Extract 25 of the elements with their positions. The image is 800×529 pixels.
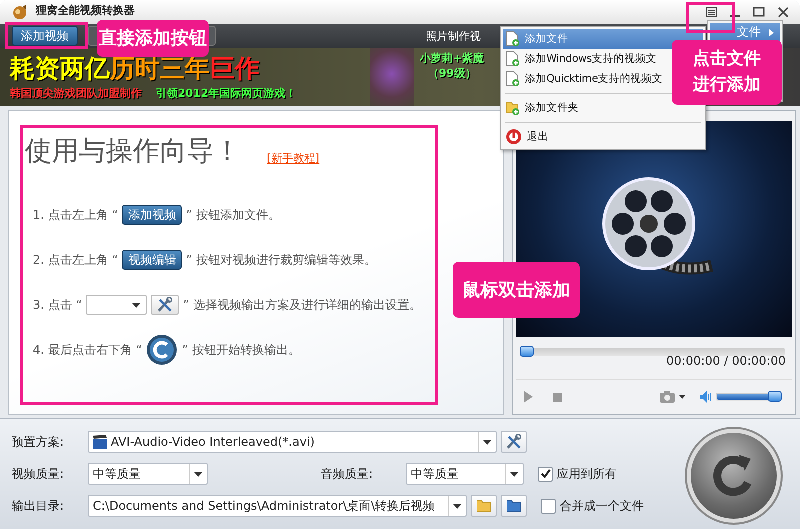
step-text: 3. 点击 “ (33, 296, 82, 314)
step-text: ” 按钮添加文件。 (186, 206, 280, 224)
checkbox-label: 应用到所有 (557, 466, 617, 482)
step-text: 2. 点击左上角 “ (33, 252, 118, 268)
callout-tooltip: 直接添加按钮 (97, 20, 209, 57)
callout-tooltip: 鼠标双击添加 (453, 262, 580, 318)
field-label: 音频质量: (321, 466, 374, 482)
field-label: 输出目录: (12, 498, 66, 514)
banner-headline: 巨作 (210, 54, 260, 84)
banner-caption: 小萝莉+紫魔 (420, 51, 484, 66)
step-text: ” 按钮开始转换输出。 (182, 342, 300, 358)
step-text: 4. 最后点击右下角 “ (33, 342, 142, 358)
field-label: 视频质量: (12, 466, 66, 482)
checkbox-label: 合并成一个文件 (560, 498, 644, 514)
step-text: ” 按钮对视频进行裁剪编辑等效果。 (186, 252, 376, 268)
banner-tagline: 引领2012年国际网页游戏！ (156, 86, 297, 100)
time-display: 00:00:00 / 00:00:00 (666, 354, 787, 370)
step-text: 1. 点击左上角 “ (33, 206, 118, 224)
window-title: 狸窝全能视频转换器 (36, 2, 135, 18)
field-label: 预置方案: (12, 434, 66, 450)
guide-title: 使用与操作向导！ (25, 135, 241, 169)
step-text: ” 选择视频输出方案及进行详细的输出设置。 (183, 296, 422, 314)
banner-tagline: 韩国顶尖游戏团队加盟制作 (10, 86, 142, 100)
callout-tooltip: 点击文件 进行添加 (672, 40, 782, 105)
banner-caption: （99级） (428, 66, 476, 81)
